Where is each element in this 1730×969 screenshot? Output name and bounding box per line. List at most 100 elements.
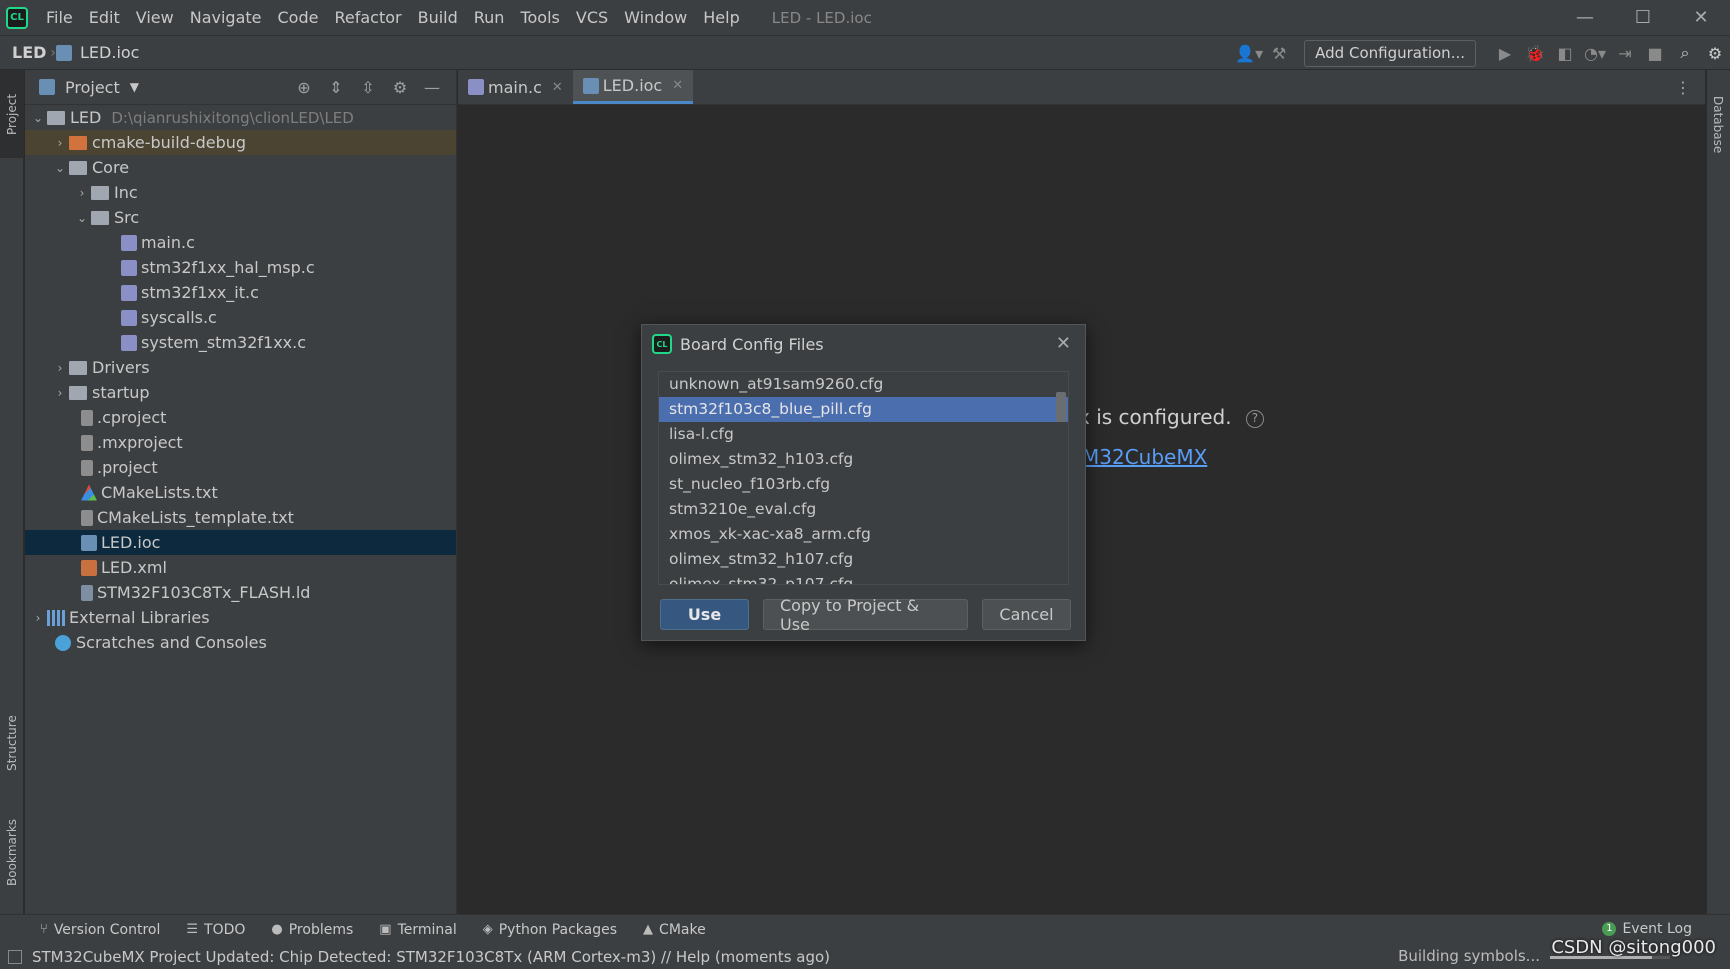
todo-tool[interactable]: ☰ TODO [186,922,245,938]
project-panel-title[interactable]: Project [65,78,120,97]
hide-panel-icon[interactable]: — [416,78,448,97]
tree-item-startup[interactable]: › startup [25,380,456,405]
python-packages-tool[interactable]: ◈ Python Packages [483,922,617,938]
stop-icon[interactable]: ■ [1640,38,1670,68]
problems-tool[interactable]: ● Problems [271,922,353,938]
list-item[interactable]: olimex_stm32_h103.cfg [659,447,1068,472]
tree-item-syscalls[interactable]: syscalls.c [25,305,456,330]
tree-item-led-ioc[interactable]: LED.ioc [25,530,456,555]
chevron-right-icon[interactable]: › [73,186,91,200]
run-icon[interactable]: ▶ [1490,38,1520,68]
tree-item-it-c[interactable]: stm32f1xx_it.c [25,280,456,305]
menu-help[interactable]: Help [695,0,747,35]
locate-file-icon[interactable]: ⊕ [288,78,320,97]
tree-item-cproject[interactable]: .cproject [25,405,456,430]
terminal-tool[interactable]: ▣ Terminal [379,922,456,938]
list-item[interactable]: olimex_stm32_h107.cfg [659,547,1068,572]
database-tool-tab[interactable]: Database [1706,80,1730,170]
gear-icon[interactable]: ⚙ [384,78,416,97]
tree-item-main-c[interactable]: main.c [25,230,456,255]
tree-item-system-c[interactable]: system_stm32f1xx.c [25,330,456,355]
menu-window[interactable]: Window [616,0,695,35]
tree-item-hal-msp[interactable]: stm32f1xx_hal_msp.c [25,255,456,280]
list-item[interactable]: unknown_at91sam9260.cfg [659,372,1068,397]
chevron-down-icon[interactable]: ⌄ [29,111,47,125]
search-icon[interactable]: ⌕ [1670,38,1700,68]
debug-icon[interactable]: 🐞 [1520,38,1550,68]
tree-item-flash-ld[interactable]: STM32F103C8Tx_FLASH.ld [25,580,456,605]
tree-item-drivers[interactable]: › Drivers [25,355,456,380]
chevron-right-icon[interactable]: › [51,386,69,400]
bookmarks-tool-tab[interactable]: Bookmarks [0,802,24,902]
copy-to-project-button[interactable]: Copy to Project & Use [763,596,968,634]
menu-vcs[interactable]: VCS [568,0,616,35]
more-options-icon[interactable]: ⋮ [1675,70,1705,104]
menu-code[interactable]: Code [270,0,327,35]
chevron-right-icon[interactable]: › [51,136,69,150]
tree-item-cmake-build-debug[interactable]: › cmake-build-debug [25,130,456,155]
help-icon[interactable]: ? [1245,409,1264,428]
menu-tools[interactable]: Tools [512,0,567,35]
menu-run[interactable]: Run [466,0,513,35]
menu-edit[interactable]: Edit [81,0,128,35]
chevron-down-icon[interactable]: ⌄ [51,161,69,175]
use-button[interactable]: Use [660,599,749,630]
cmake-tool[interactable]: ▲ CMake [643,922,706,938]
attach-icon[interactable]: ⇥ [1610,38,1640,68]
settings-gear-icon[interactable]: ⚙ [1700,38,1730,68]
profile-icon[interactable]: ◔▾ [1580,38,1610,68]
status-message[interactable]: STM32CubeMX Project Updated: Chip Detect… [32,948,830,966]
status-square-icon[interactable] [8,949,22,964]
collapse-all-icon[interactable]: ⇳ [352,78,384,97]
tree-item-project[interactable]: .project [25,455,456,480]
list-item[interactable]: st_nucleo_f103rb.cfg [659,472,1068,497]
add-configuration-button[interactable]: Add Configuration... [1304,39,1476,67]
tab-led-ioc[interactable]: LED.ioc ✕ [572,70,694,104]
event-log-tool[interactable]: 1 Event Log [1602,921,1692,937]
menu-navigate[interactable]: Navigate [182,0,270,35]
menu-build[interactable]: Build [410,0,466,35]
tree-item-src[interactable]: ⌄ Src [25,205,456,230]
chevron-right-icon[interactable]: › [51,361,69,375]
tree-item-core[interactable]: ⌄ Core [25,155,456,180]
tree-item-scratches[interactable]: Scratches and Consoles [25,630,456,655]
list-item-selected[interactable]: stm32f103c8_blue_pill.cfg [659,397,1068,422]
breadcrumb-project[interactable]: LED [0,43,50,62]
structure-tool-tab[interactable]: Structure [0,702,24,784]
coverage-icon[interactable]: ◧ [1550,38,1580,68]
tree-item-cmakelists[interactable]: CMakeLists.txt [25,480,456,505]
tree-item-led-xml[interactable]: LED.xml [25,555,456,580]
close-window-icon[interactable]: ✕ [1672,0,1730,35]
user-icon[interactable]: 👤▾ [1234,38,1264,68]
close-tab-icon[interactable]: ✕ [552,80,563,95]
open-cubemx-link[interactable]: M32CubeMX [1082,445,1207,469]
tab-main-c[interactable]: main.c ✕ [458,70,573,104]
list-item[interactable]: lisa-l.cfg [659,422,1068,447]
minimize-icon[interactable]: — [1556,0,1614,35]
chevron-right-icon[interactable]: › [29,611,47,625]
chevron-down-icon[interactable]: ▼ [130,80,139,94]
board-config-list[interactable]: unknown_at91sam9260.cfg stm32f103c8_blue… [658,371,1069,585]
version-control-tool[interactable]: ⑂ Version Control [40,922,160,938]
tree-item-external-libraries[interactable]: › External Libraries [25,605,456,630]
list-item[interactable]: olimex_stm32_p107.cfg [659,572,1068,584]
project-tool-tab[interactable]: Project [0,70,24,158]
cancel-button[interactable]: Cancel [982,599,1071,630]
tree-item-inc[interactable]: › Inc [25,180,456,205]
menu-file[interactable]: File [38,0,81,35]
maximize-icon[interactable]: ☐ [1614,0,1672,35]
list-item[interactable]: stm3210e_eval.cfg [659,497,1068,522]
tree-item-root[interactable]: ⌄ LED D:\qianrushixitong\clionLED\LED [25,105,456,130]
list-scrollbar[interactable] [1056,392,1066,422]
tree-item-cmakelists-template[interactable]: CMakeLists_template.txt [25,505,456,530]
building-status[interactable]: Building symbols... [1398,947,1540,965]
menu-view[interactable]: View [128,0,182,35]
menu-refactor[interactable]: Refactor [326,0,409,35]
close-tab-icon[interactable]: ✕ [672,78,683,93]
close-icon[interactable]: ✕ [1056,333,1071,354]
list-item[interactable]: xmos_xk-xac-xa8_arm.cfg [659,522,1068,547]
chevron-down-icon[interactable]: ⌄ [73,211,91,225]
breadcrumb-file[interactable]: LED.ioc [76,43,143,62]
expand-all-icon[interactable]: ⇕ [320,78,352,97]
tree-item-mxproject[interactable]: .mxproject [25,430,456,455]
